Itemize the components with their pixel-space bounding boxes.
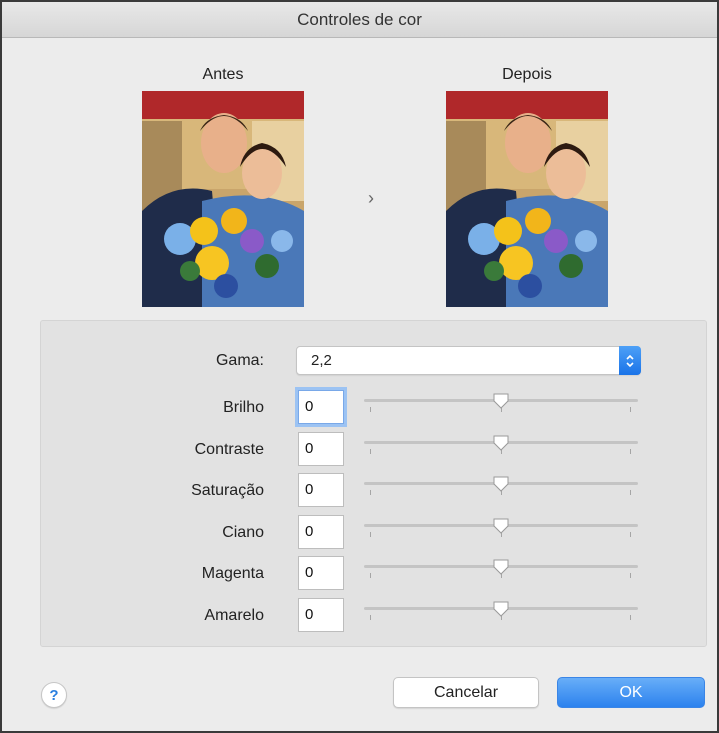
- cyan-label: Ciano: [222, 524, 264, 541]
- slider-tick: [630, 615, 631, 620]
- gamma-label: Gama:: [215, 352, 264, 369]
- cyan-input[interactable]: 0: [298, 515, 344, 549]
- slider-tick: [630, 449, 631, 454]
- slider-tick: [370, 490, 371, 495]
- yellow-label: Amarelo: [204, 607, 264, 624]
- slider-tick: [370, 532, 371, 537]
- ok-button[interactable]: OK: [557, 677, 705, 708]
- saturation-input[interactable]: 0: [298, 473, 344, 507]
- contrast-label: Contraste: [194, 441, 264, 458]
- slider-thumb[interactable]: [492, 558, 510, 576]
- window-title: Controles de cor: [297, 9, 422, 29]
- contrast-slider[interactable]: [364, 434, 638, 458]
- slider-tick: [370, 615, 371, 620]
- up-down-chevron-icon: [619, 346, 641, 375]
- slider-thumb[interactable]: [492, 392, 510, 410]
- slider-thumb[interactable]: [492, 434, 510, 452]
- brightness-input[interactable]: 0: [298, 390, 344, 424]
- brightness-slider[interactable]: [364, 392, 638, 416]
- magenta-input[interactable]: 0: [298, 556, 344, 590]
- yellow-slider[interactable]: [364, 600, 638, 624]
- yellow-input[interactable]: 0: [298, 598, 344, 632]
- before-label: Antes: [202, 66, 244, 83]
- slider-tick: [370, 407, 371, 412]
- magenta-label: Magenta: [201, 565, 264, 582]
- help-button[interactable]: ?: [41, 682, 67, 708]
- after-preview-image: [446, 91, 608, 307]
- contrast-input[interactable]: 0: [298, 432, 344, 466]
- slider-tick: [370, 449, 371, 454]
- magenta-slider[interactable]: [364, 558, 638, 582]
- slider-tick: [370, 573, 371, 578]
- slider-tick: [630, 490, 631, 495]
- brightness-label: Brilho: [223, 399, 264, 416]
- title-bar: Controles de cor: [2, 2, 717, 38]
- color-controls-dialog: Controles de cor Antes Depois › Gama: 2,…: [0, 0, 719, 733]
- cyan-slider[interactable]: [364, 517, 638, 541]
- slider-thumb[interactable]: [492, 475, 510, 493]
- saturation-label: Saturação: [191, 482, 264, 499]
- gamma-select[interactable]: 2,2: [296, 346, 641, 375]
- cancel-button[interactable]: Cancelar: [393, 677, 539, 708]
- slider-tick: [630, 407, 631, 412]
- slider-tick: [630, 532, 631, 537]
- saturation-slider[interactable]: [364, 475, 638, 499]
- slider-thumb[interactable]: [492, 517, 510, 535]
- gamma-value: 2,2: [311, 352, 332, 369]
- chevron-right-icon: ›: [368, 188, 374, 208]
- before-preview-image: [142, 91, 304, 307]
- after-label: Depois: [502, 66, 552, 83]
- slider-thumb[interactable]: [492, 600, 510, 618]
- slider-tick: [630, 573, 631, 578]
